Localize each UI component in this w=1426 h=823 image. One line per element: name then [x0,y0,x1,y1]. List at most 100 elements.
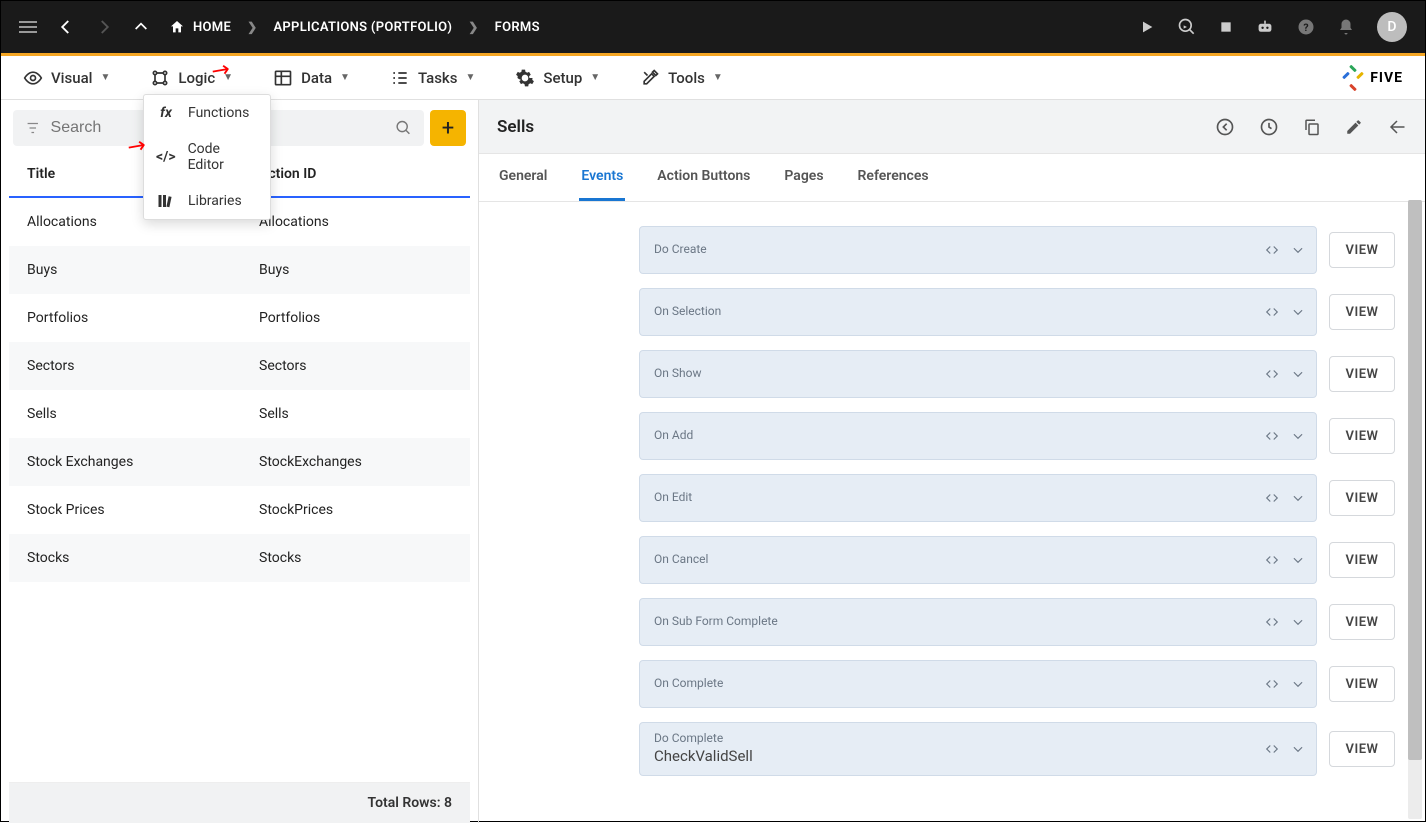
dropdown-libraries[interactable]: Libraries [144,183,270,219]
code-icon[interactable] [1264,243,1280,257]
event-row: On Edit VIEW [639,474,1395,522]
event-row: On Show VIEW [639,350,1395,398]
history-icon[interactable] [1259,117,1279,137]
bell-icon[interactable] [1337,18,1355,36]
chevron-down-icon[interactable] [1290,553,1306,567]
list-row[interactable]: StocksStocks [9,534,470,582]
chevron-down-icon[interactable] [1290,742,1306,756]
list-row-title: Sells [27,406,259,422]
chevron-down-icon[interactable] [1290,677,1306,691]
code-icon[interactable] [1264,677,1280,691]
chevron-right-icon: ❯ [468,20,478,34]
view-button[interactable]: VIEW [1329,294,1395,330]
toolbar-logic[interactable]: Logic▼ [150,68,233,88]
list-header-action[interactable]: Action ID [259,166,452,182]
code-icon[interactable] [1264,553,1280,567]
list-row[interactable]: SellsSells [9,390,470,438]
revert-icon[interactable] [1215,117,1235,137]
list-row-title: Portfolios [27,310,259,326]
toolbar-setup[interactable]: Setup▼ [515,68,600,88]
list-row[interactable]: BuysBuys [9,246,470,294]
list-row[interactable]: SectorsSectors [9,342,470,390]
toolbar-visual[interactable]: Visual▼ [23,68,110,88]
list-row-action: Portfolios [259,310,452,326]
view-button[interactable]: VIEW [1329,480,1395,516]
event-row: On Sub Form Complete VIEW [639,598,1395,646]
view-button[interactable]: VIEW [1329,731,1395,767]
list-row-action: Buys [259,262,452,278]
tab-pages[interactable]: Pages [782,154,825,201]
view-button[interactable]: VIEW [1329,356,1395,392]
avatar[interactable]: D [1377,12,1407,42]
event-label: On Show [654,366,1302,380]
list-row-title: Stock Prices [27,502,259,518]
chevron-down-icon[interactable] [1290,491,1306,505]
code-icon: </> [156,149,176,165]
view-button[interactable]: VIEW [1329,418,1395,454]
list-row-action: Sells [259,406,452,422]
chevron-down-icon[interactable] [1290,615,1306,629]
nav-up-icon[interactable] [133,19,149,35]
list-row[interactable]: Stock PricesStockPrices [9,486,470,534]
list-row[interactable]: Stock ExchangesStockExchanges [9,438,470,486]
chevron-down-icon[interactable] [1290,367,1306,381]
view-button[interactable]: VIEW [1329,666,1395,702]
event-field[interactable]: On Selection [639,288,1317,336]
breadcrumb-forms[interactable]: FORMS [495,20,540,35]
hamburger-icon[interactable] [19,21,37,33]
event-field[interactable]: On Cancel [639,536,1317,584]
code-icon[interactable] [1264,742,1280,756]
fx-icon: fx [156,105,176,121]
list-footer: Total Rows: 8 [9,782,470,823]
dropdown-functions[interactable]: fx Functions [144,95,270,131]
code-icon[interactable] [1264,429,1280,443]
run-search-icon[interactable] [1177,17,1197,37]
robot-icon[interactable] [1255,19,1275,35]
toolbar-tasks[interactable]: Tasks▼ [390,68,475,88]
breadcrumb-apps[interactable]: APPLICATIONS (PORTFOLIO) [273,20,452,35]
event-field[interactable]: Do Create [639,226,1317,274]
event-row: On Cancel VIEW [639,536,1395,584]
event-field[interactable]: On Sub Form Complete [639,598,1317,646]
tab-action-buttons[interactable]: Action Buttons [655,154,752,201]
list-row-action: Sectors [259,358,452,374]
list-row-title: Stock Exchanges [27,454,259,470]
code-icon[interactable] [1264,305,1280,319]
event-label: Do Complete [654,731,1302,745]
event-field[interactable]: On Complete [639,660,1317,708]
event-field[interactable]: On Show [639,350,1317,398]
help-icon[interactable]: ? [1297,18,1315,36]
dropdown-code-editor[interactable]: </> Code Editor [144,131,270,183]
list-row[interactable]: PortfoliosPortfolios [9,294,470,342]
play-icon[interactable] [1139,19,1155,35]
code-icon[interactable] [1264,615,1280,629]
event-field[interactable]: Do CompleteCheckValidSell [639,722,1317,776]
event-label: On Complete [654,676,1302,690]
event-field[interactable]: On Edit [639,474,1317,522]
copy-icon[interactable] [1303,117,1321,137]
chevron-down-icon[interactable] [1290,305,1306,319]
breadcrumb-home[interactable]: HOME [169,19,231,35]
event-field[interactable]: On Add [639,412,1317,460]
search-icon[interactable] [395,118,412,138]
view-button[interactable]: VIEW [1329,542,1395,578]
view-button[interactable]: VIEW [1329,232,1395,268]
chevron-down-icon[interactable] [1290,243,1306,257]
stop-icon[interactable] [1219,20,1233,34]
chevron-down-icon[interactable] [1290,429,1306,443]
toolbar-tools[interactable]: Tools▼ [640,68,723,88]
view-button[interactable]: VIEW [1329,604,1395,640]
toolbar-data[interactable]: Data▼ [273,68,350,88]
edit-icon[interactable] [1345,118,1363,136]
nav-back-icon[interactable] [57,18,75,36]
back-icon[interactable] [1387,118,1407,136]
list-row-action: Stocks [259,550,452,566]
scrollbar-thumb[interactable] [1408,200,1422,760]
add-button[interactable]: + [430,110,466,146]
code-icon[interactable] [1264,367,1280,381]
tab-events[interactable]: Events [579,154,625,201]
breadcrumb: HOME ❯ APPLICATIONS (PORTFOLIO) ❯ FORMS [169,19,540,35]
code-icon[interactable] [1264,491,1280,505]
tab-general[interactable]: General [497,154,549,201]
tab-references[interactable]: References [856,154,931,201]
